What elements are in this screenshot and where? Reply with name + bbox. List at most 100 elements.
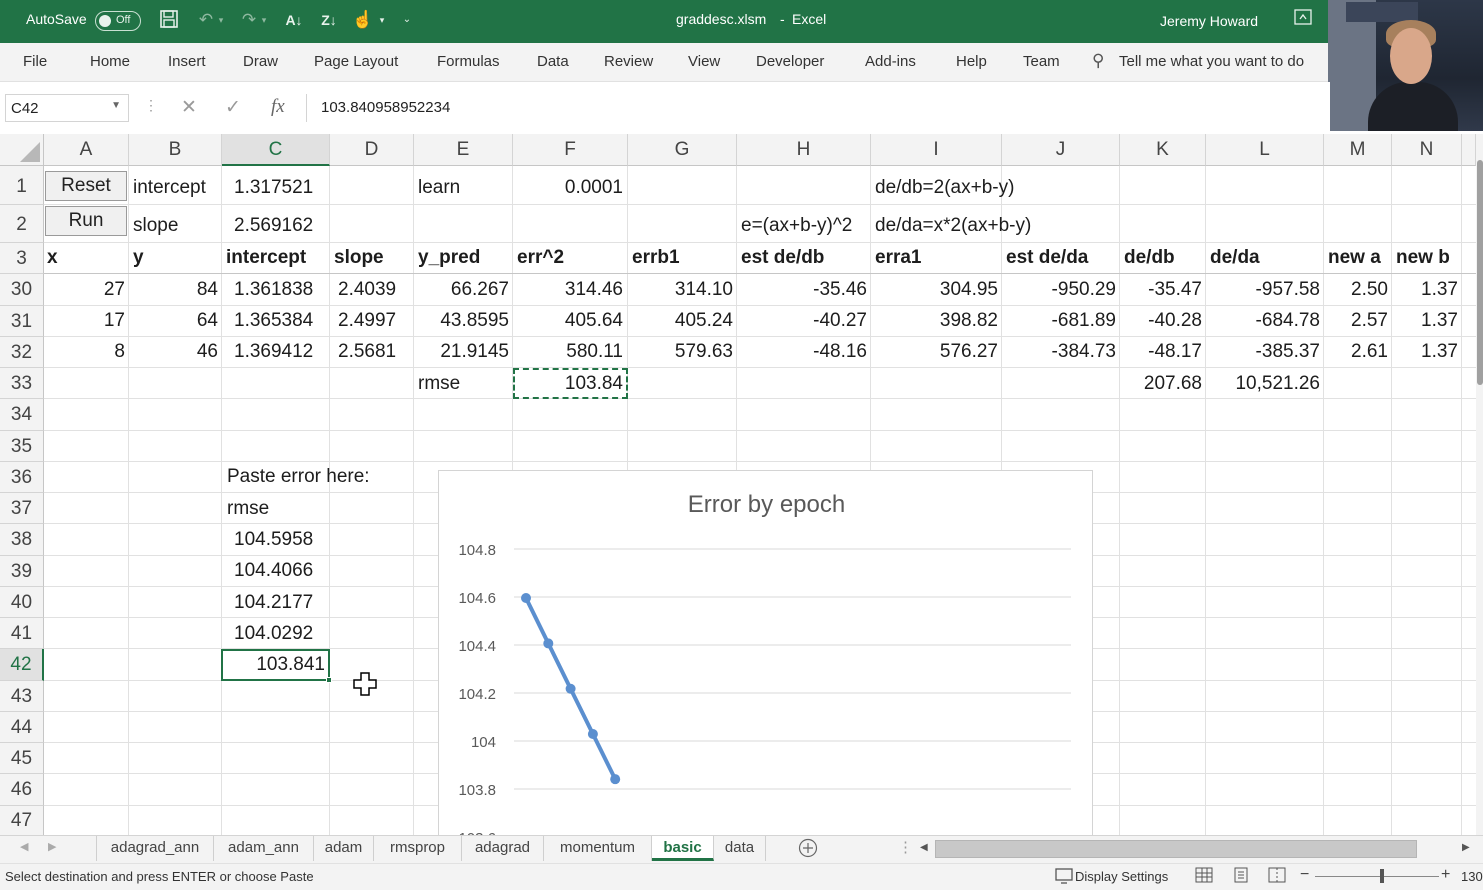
header-y[interactable]: y — [133, 247, 144, 269]
cancel-icon[interactable]: ✕ — [181, 96, 197, 119]
cell-d32[interactable]: 2.5681 — [338, 341, 396, 363]
select-all-corner[interactable] — [0, 134, 44, 166]
cell-c37[interactable]: rmse — [227, 498, 269, 520]
cell-b1[interactable]: intercept — [133, 177, 206, 199]
row-header-38[interactable]: 38 — [0, 524, 44, 556]
tab-file[interactable]: File — [23, 53, 47, 70]
cell-i31[interactable]: 398.82 — [871, 310, 998, 332]
header-est-de-db[interactable]: est de/db — [741, 247, 824, 269]
sort-descending-icon[interactable]: Z↓ — [318, 9, 340, 31]
save-icon[interactable] — [158, 9, 180, 31]
cell-a31[interactable]: 17 — [44, 310, 125, 332]
ribbon-display-options-icon[interactable] — [1292, 9, 1314, 31]
cell-e32[interactable]: 21.9145 — [414, 341, 509, 363]
tab-help[interactable]: Help — [956, 53, 987, 70]
cell-m31[interactable]: 2.57 — [1324, 310, 1388, 332]
cell-c30[interactable]: 1.361838 — [234, 279, 313, 301]
cell-c2[interactable]: 2.569162 — [234, 215, 313, 237]
row-header-35[interactable]: 35 — [0, 431, 44, 462]
cell-h2[interactable]: e=(ax+b-y)^2 — [741, 215, 852, 237]
vertical-scroll-thumb[interactable] — [1477, 160, 1483, 385]
cell-k32[interactable]: -48.17 — [1120, 341, 1202, 363]
tab-add-ins[interactable]: Add-ins — [865, 53, 916, 70]
row-header-45[interactable]: 45 — [0, 743, 44, 774]
redo-icon[interactable]: ↷ — [238, 9, 260, 31]
row-header-44[interactable]: 44 — [0, 712, 44, 743]
sheet-tab-adagrad[interactable]: adagrad — [462, 836, 544, 861]
cell-b32[interactable]: 46 — [129, 341, 218, 363]
cell-g31[interactable]: 405.24 — [628, 310, 733, 332]
page-break-view-icon[interactable] — [1268, 867, 1286, 888]
user-name[interactable]: Jeremy Howard — [1160, 13, 1258, 29]
col-header-h[interactable]: H — [737, 134, 871, 166]
horizontal-scroll-thumb[interactable] — [935, 840, 1417, 858]
row-header-39[interactable]: 39 — [0, 556, 44, 587]
header-new-b[interactable]: new b — [1396, 247, 1450, 269]
cell-l32[interactable]: -385.37 — [1206, 341, 1320, 363]
header-new-a[interactable]: new a — [1328, 247, 1381, 269]
cell-f31[interactable]: 405.64 — [513, 310, 623, 332]
cell-b31[interactable]: 64 — [129, 310, 218, 332]
row-header-33[interactable]: 33 — [0, 368, 44, 399]
cell-i30[interactable]: 304.95 — [871, 279, 998, 301]
row-header-43[interactable]: 43 — [0, 681, 44, 712]
col-header-j[interactable]: J — [1002, 134, 1120, 166]
cell-g32[interactable]: 579.63 — [628, 341, 733, 363]
cell-a32[interactable]: 8 — [44, 341, 125, 363]
undo-icon[interactable]: ↶ — [195, 9, 217, 31]
cell-f1[interactable]: 0.0001 — [513, 177, 623, 199]
col-header-g[interactable]: G — [628, 134, 737, 166]
cell-j31[interactable]: -681.89 — [1002, 310, 1116, 332]
row-header-32[interactable]: 32 — [0, 337, 44, 368]
cell-k31[interactable]: -40.28 — [1120, 310, 1202, 332]
cell-f33[interactable]: 103.84 — [513, 373, 623, 395]
cell-e33[interactable]: rmse — [418, 373, 460, 395]
row-header-31[interactable]: 31 — [0, 306, 44, 337]
col-header-o-partial[interactable] — [1462, 134, 1476, 166]
touch-mode-dropdown-icon[interactable]: ▾ — [376, 9, 388, 31]
sheet-tab-adam[interactable]: adam — [314, 836, 374, 861]
row-header-47[interactable]: 47 — [0, 806, 44, 836]
reset-button[interactable]: Reset — [45, 171, 127, 201]
row-header-1[interactable]: 1 — [0, 166, 44, 205]
tab-team[interactable]: Team — [1023, 53, 1060, 70]
normal-view-icon[interactable] — [1195, 867, 1213, 888]
cell-c40[interactable]: 104.2177 — [234, 592, 313, 614]
sheet-tab-data[interactable]: data — [714, 836, 766, 861]
display-settings-icon[interactable] — [1055, 868, 1073, 889]
header-de-da[interactable]: de/da — [1210, 247, 1260, 269]
touch-mode-icon[interactable]: ☝ — [352, 9, 374, 31]
scroll-right-icon[interactable]: ▶ — [1462, 842, 1470, 853]
tab-view[interactable]: View — [688, 53, 720, 70]
cell-g30[interactable]: 314.10 — [628, 279, 733, 301]
display-settings-label[interactable]: Display Settings — [1075, 869, 1168, 884]
cell-b2[interactable]: slope — [133, 215, 178, 237]
cell-a30[interactable]: 27 — [44, 279, 125, 301]
tab-draw[interactable]: Draw — [243, 53, 278, 70]
cell-e31[interactable]: 43.8595 — [414, 310, 509, 332]
col-header-m[interactable]: M — [1324, 134, 1392, 166]
cell-b30[interactable]: 84 — [129, 279, 218, 301]
cell-n31[interactable]: 1.37 — [1392, 310, 1458, 332]
sheet-tab-basic[interactable]: basic — [652, 836, 714, 861]
tab-data[interactable]: Data — [537, 53, 569, 70]
zoom-slider-thumb[interactable] — [1380, 869, 1384, 883]
cell-j32[interactable]: -384.73 — [1002, 341, 1116, 363]
row-header-2[interactable]: 2 — [0, 205, 44, 243]
undo-dropdown-icon[interactable]: ▾ — [215, 9, 227, 31]
col-header-d[interactable]: D — [330, 134, 414, 166]
cell-m32[interactable]: 2.61 — [1324, 341, 1388, 363]
row-header-46[interactable]: 46 — [0, 774, 44, 806]
row-header-42[interactable]: 42 — [0, 649, 44, 681]
cell-i1[interactable]: de/db=2(ax+b-y) — [875, 177, 1014, 199]
cell-l33[interactable]: 10,521.26 — [1206, 373, 1320, 395]
col-header-i[interactable]: I — [871, 134, 1002, 166]
tab-insert[interactable]: Insert — [168, 53, 206, 70]
col-header-b[interactable]: B — [129, 134, 222, 166]
cell-l31[interactable]: -684.78 — [1206, 310, 1320, 332]
row-header-40[interactable]: 40 — [0, 587, 44, 618]
sheet-tab-adagrad-ann[interactable]: adagrad_ann — [96, 836, 214, 861]
cell-c31[interactable]: 1.365384 — [234, 310, 313, 332]
header-intercept[interactable]: intercept — [226, 247, 306, 269]
col-header-a[interactable]: A — [44, 134, 129, 166]
